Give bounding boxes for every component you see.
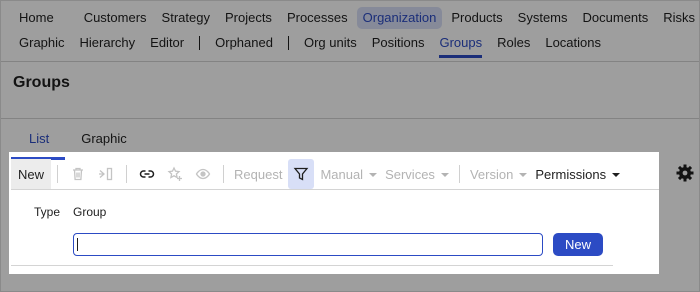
version-label: Version: [469, 166, 514, 182]
star-add-icon[interactable]: [163, 162, 187, 186]
toolbar-new-button[interactable]: New: [11, 159, 52, 189]
toolbar-divider: [11, 189, 659, 190]
chevron-down-icon: [440, 173, 449, 177]
services-label: Services: [385, 166, 435, 182]
modal-backdrop-top[interactable]: [1, 1, 699, 152]
request-button[interactable]: Request: [230, 167, 286, 182]
text-cursor: [77, 238, 78, 251]
modal-backdrop-right[interactable]: [659, 152, 699, 274]
type-value: Group: [73, 205, 107, 219]
services-dropdown[interactable]: Services: [381, 167, 453, 182]
toolbar-separator: [57, 165, 59, 183]
link-icon[interactable]: [135, 162, 159, 186]
version-dropdown[interactable]: Version: [466, 167, 531, 182]
manual-dropdown[interactable]: Manual: [316, 167, 381, 182]
modal-backdrop-bottom[interactable]: [1, 274, 699, 291]
app-window: Home Customers Strategy Projects Process…: [0, 0, 700, 292]
create-group-button[interactable]: New: [553, 233, 603, 256]
filter-icon[interactable]: [288, 159, 315, 189]
group-name-input[interactable]: [73, 233, 543, 256]
permissions-label: Permissions: [535, 166, 607, 182]
toolbar-separator: [223, 165, 225, 183]
toolbar: New Request Manual Services Version Perm…: [11, 159, 659, 189]
trash-icon[interactable]: [66, 162, 90, 186]
manual-label: Manual: [320, 166, 364, 182]
chevron-down-icon: [519, 173, 528, 177]
chevron-down-icon: [369, 173, 378, 177]
eye-icon[interactable]: [191, 162, 215, 186]
type-label: Type: [34, 205, 61, 219]
chevron-down-icon: [612, 173, 621, 177]
form-divider: [11, 265, 613, 266]
move-icon[interactable]: [94, 162, 118, 186]
permissions-dropdown[interactable]: Permissions: [531, 167, 624, 182]
modal-backdrop-left[interactable]: [1, 152, 9, 274]
toolbar-separator: [458, 165, 460, 183]
toolbar-separator: [126, 165, 128, 183]
